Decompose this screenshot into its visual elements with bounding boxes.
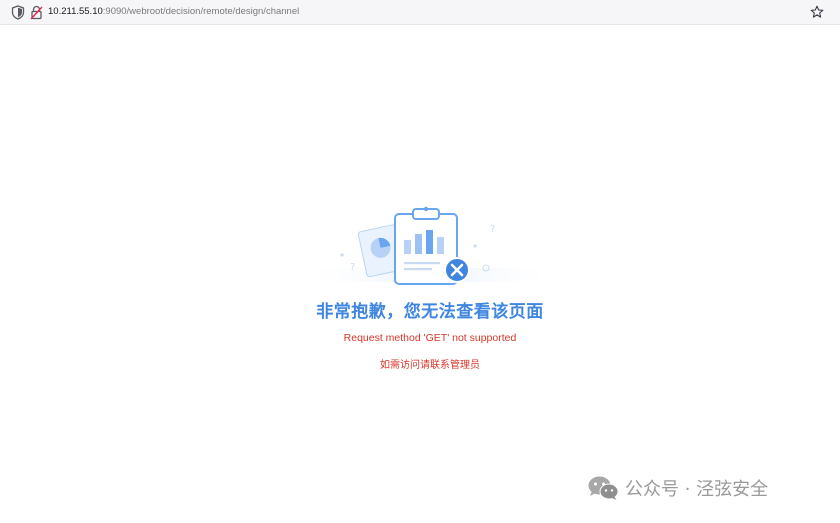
contact-admin-text: 如需访问请联系管理员 <box>380 360 480 371</box>
watermark: 公众号 · 泾弦安全 <box>587 474 768 502</box>
shield-icon[interactable] <box>11 5 25 20</box>
svg-text:?: ? <box>490 224 495 235</box>
bookmark-star-icon[interactable] <box>810 5 824 19</box>
error-title: 非常抱歉，您无法查看该页面 <box>316 302 544 322</box>
wechat-icon <box>588 476 619 500</box>
address-bar[interactable]: 10.211.55.10:9090/webroot/decision/remot… <box>48 6 299 18</box>
browser-toolbar: 10.211.55.10:9090/webroot/decision/remot… <box>0 0 840 25</box>
url-path: :9090/webroot/decision/remote/design/cha… <box>102 6 300 17</box>
error-x-icon <box>444 257 470 283</box>
svg-text:?: ? <box>350 262 355 273</box>
url-host: 10.211.55.10 <box>48 6 103 17</box>
error-message: Request method 'GET' not supported <box>343 332 517 344</box>
watermark-text: 公众号 · 泾弦安全 <box>625 479 769 500</box>
clipboard-chart-illustration: ? ? <box>300 206 560 285</box>
lock-icon[interactable] <box>30 5 43 20</box>
